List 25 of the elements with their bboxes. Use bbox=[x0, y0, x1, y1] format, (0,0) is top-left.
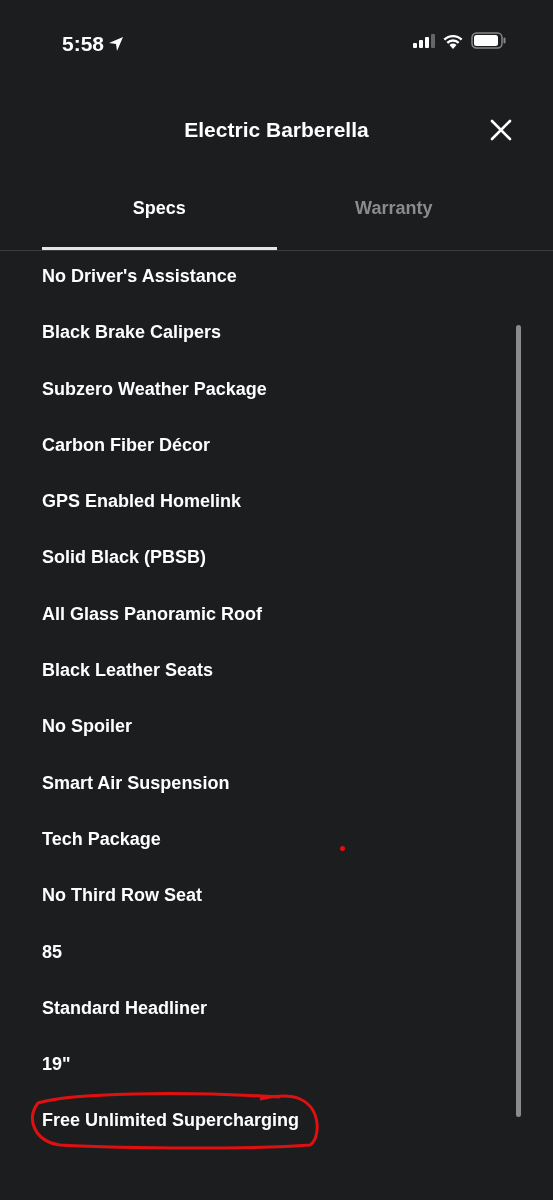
spec-item: No Spoiler bbox=[42, 715, 132, 739]
battery-icon bbox=[471, 32, 507, 49]
status-time: 5:58 bbox=[62, 31, 105, 57]
spec-item: Standard Headliner bbox=[42, 996, 208, 1020]
spec-item: Black Brake Calipers bbox=[42, 321, 222, 345]
spec-item: No Driver's Assistance bbox=[42, 265, 237, 288]
spec-item: GPS Enabled Homelink bbox=[42, 490, 242, 514]
spec-item: Solid Black (PBSB) bbox=[42, 546, 207, 570]
page-title: Electric Barberella bbox=[184, 117, 369, 144]
spec-item: 85 bbox=[42, 940, 63, 964]
signal-icon bbox=[413, 33, 435, 48]
spec-item: All Glass Panoramic Roof bbox=[42, 602, 263, 626]
spec-item: Free Unlimited Supercharging bbox=[42, 1109, 300, 1133]
spec-item: Smart Air Suspension bbox=[42, 771, 230, 795]
annotation-dot bbox=[340, 846, 345, 851]
tab[interactable]: Specs bbox=[42, 176, 277, 250]
spec-item: No Third Row Seat bbox=[42, 884, 202, 908]
tab[interactable]: Warranty bbox=[276, 176, 511, 250]
location-arrow-icon bbox=[108, 35, 125, 52]
wifi-icon bbox=[442, 32, 464, 49]
spec-item: Black Leather Seats bbox=[42, 659, 214, 683]
spec-item: Tech Package bbox=[42, 827, 161, 851]
spec-item: Carbon Fiber Décor bbox=[42, 433, 211, 457]
spec-item: 19" bbox=[42, 1053, 71, 1077]
spec-item: Subzero Weather Package bbox=[42, 377, 267, 401]
